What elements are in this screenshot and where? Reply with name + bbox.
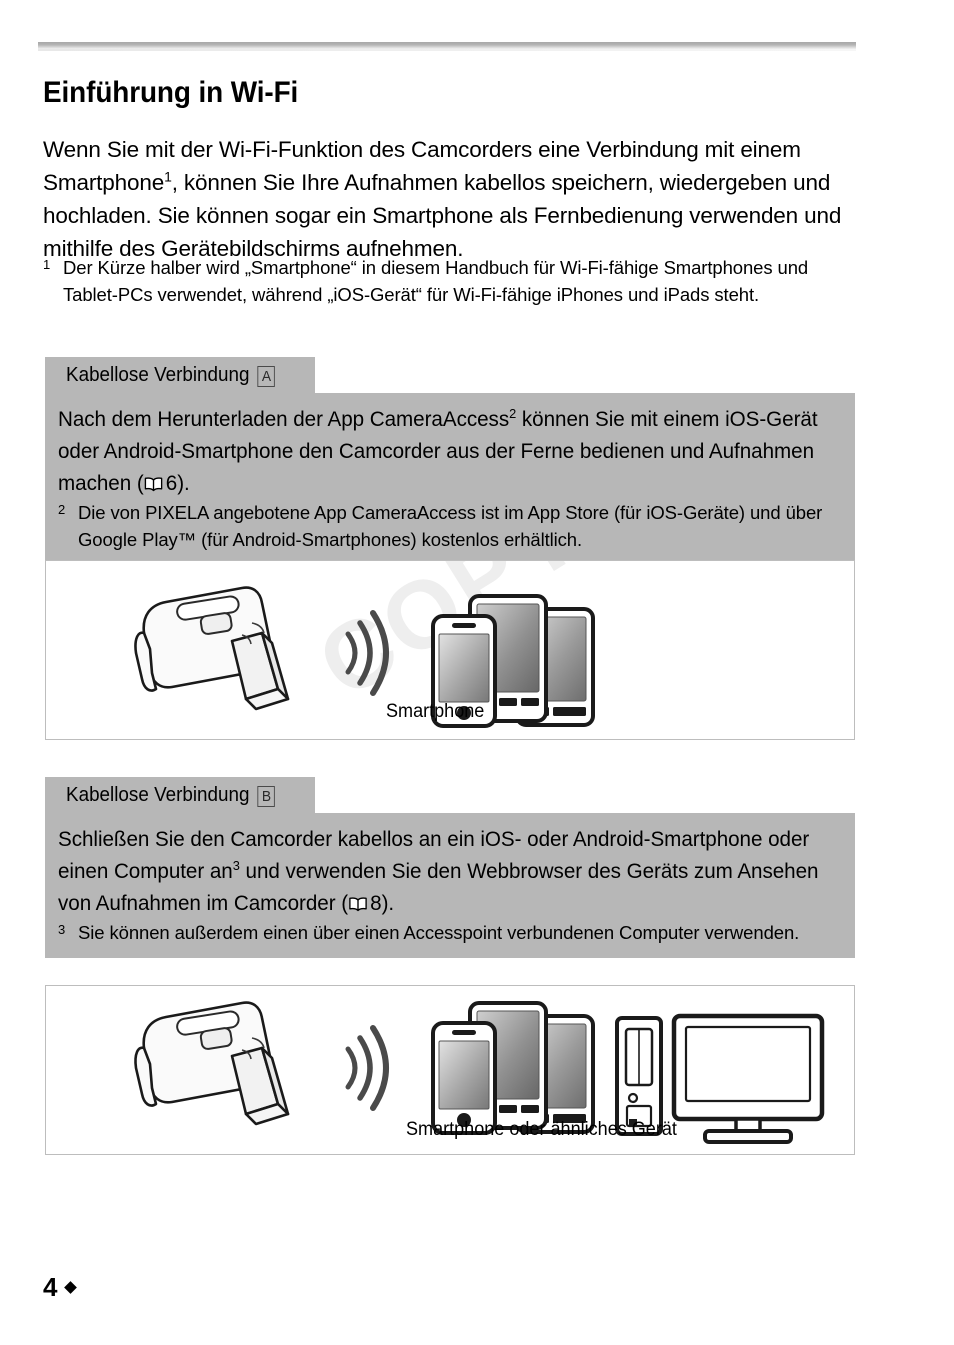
page-number: 4 [43,1272,58,1302]
page-title: Einführung in Wi-Fi [43,76,299,110]
section-a-tab-text: Kabellose Verbindung [66,363,250,386]
section-a-tab: Kabellose Verbindung A [45,357,315,393]
section-b-tab: Kabellose Verbindung B [45,777,315,813]
illustration-panel-b: Smartphone oder ähnliches Gerät [45,985,855,1155]
section-b-footnote: 3 Sie können außerdem einen über einen A… [58,920,842,947]
section-b-tab-text: Kabellose Verbindung [66,783,250,806]
intro-footnote-mark: 1 [43,257,51,272]
section-a-tag: A [257,366,276,387]
section-b-tab-label: Kabellose Verbindung B [66,783,276,807]
manual-page: Einführung in Wi-Fi Wenn Sie mit der Wi-… [0,0,954,1345]
section-b-tag: B [257,786,276,807]
intro-footnote-text: Der Kürze halber wird „Smartphone“ in di… [63,257,809,305]
intro-paragraph: Wenn Sie mit der Wi-Fi-Funktion des Camc… [43,133,855,265]
computer-tower-illustration [615,1016,663,1136]
section-wireless-b: Kabellose Verbindung B Schließen Sie den … [45,777,855,958]
intro-footnote-ref: 1 [164,168,172,184]
section-b-body: Schließen Sie den Camcorder kabellos an … [45,813,855,958]
section-b-text-part3: ). [381,891,395,915]
section-b-footnote-text: Sie können außerdem einen über einen Acc… [78,922,800,943]
illustration-panel-a: COPY [45,560,855,740]
monitor-illustration [671,1013,825,1144]
book-icon [348,889,368,912]
section-a-footnote-mark: 2 [58,502,66,517]
section-a-tab-label: Kabellose Verbindung A [66,363,276,387]
page-footer: 4 [43,1272,78,1303]
section-b-description: Schließen Sie den Camcorder kabellos an … [58,823,841,919]
device-cluster-b [431,1001,595,1135]
section-a-body: Nach dem Herunterladen der App CameraAcc… [45,393,855,564]
illustration-a-caption: Smartphone [386,701,485,722]
section-a-text-part3: ). [177,471,190,495]
header-rule-shadow [38,49,856,51]
header-rule [38,42,856,49]
wireless-waves-icon [345,1025,389,1111]
section-b-footnote-mark: 3 [58,922,66,937]
section-wireless-a: Kabellose Verbindung A Nach dem Herunterl… [45,357,855,564]
section-a-footnote-text: Die von PIXELA angebotene App CameraAcce… [78,502,823,550]
section-a-page-ref[interactable]: 6 [166,471,177,495]
section-a-footnote: 2 Die von PIXELA angebotene App CameraAc… [58,500,842,553]
section-a-description: Nach dem Herunterladen der App CameraAcc… [58,403,841,499]
book-icon [144,469,164,492]
intro-footnote: 1 Der Kürze halber wird „Smartphone“ in … [43,255,855,308]
section-a-text-part1: Nach dem Herunterladen der App CameraAcc… [58,407,510,431]
section-b-page-ref[interactable]: 8 [370,891,381,915]
illustration-b-caption: Smartphone oder ähnliches Gerät [406,1119,677,1140]
diamond-icon [64,1281,78,1294]
